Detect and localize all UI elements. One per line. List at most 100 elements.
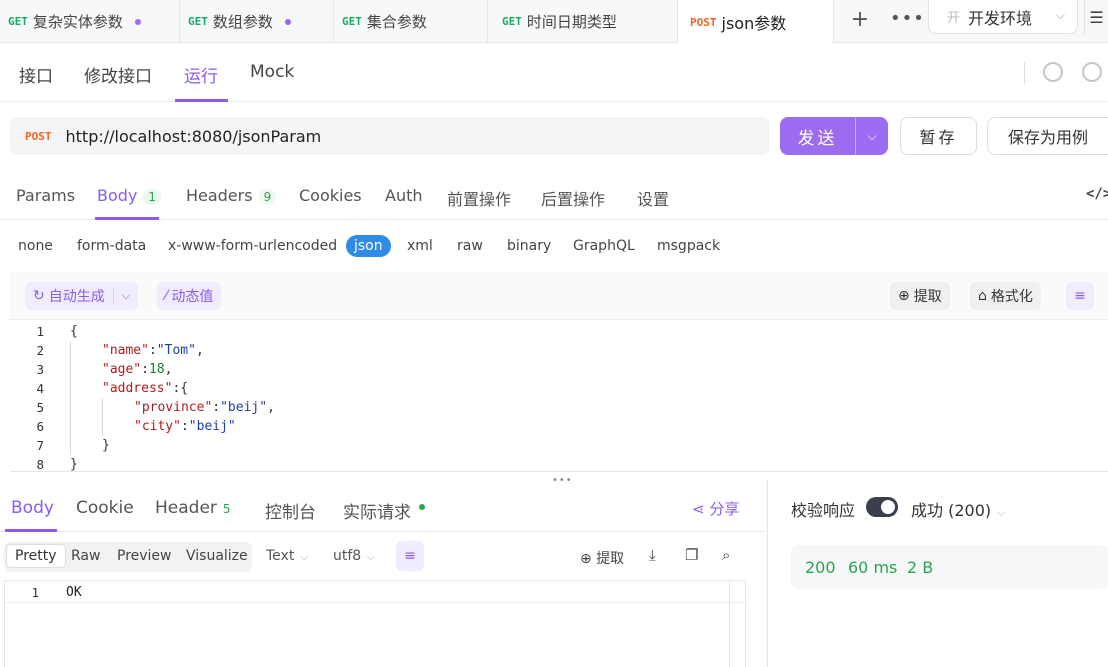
format-raw[interactable]: Raw bbox=[71, 548, 100, 564]
body-type-graphql[interactable]: GraphQL bbox=[573, 238, 635, 254]
url-input[interactable]: http://localhost:8080/jsonParam bbox=[66, 127, 322, 146]
tab-label: 时间日期类型 bbox=[526, 13, 617, 31]
line-number: 1 bbox=[31, 585, 39, 600]
tab-label: 后置操作 bbox=[541, 190, 606, 209]
tab-array-param[interactable]: GET 数组参数 bbox=[180, 0, 334, 43]
copy-icon[interactable]: ❐ bbox=[685, 546, 698, 564]
chevron-down-icon[interactable]: ⌵ bbox=[112, 289, 130, 303]
code-view-icon[interactable]: </> bbox=[1086, 186, 1108, 202]
tab-post-operations[interactable]: 后置操作 bbox=[541, 186, 605, 210]
response-tabs: Body Cookie Header 5 控制台 实际请求 bbox=[0, 484, 766, 532]
save-draft-button[interactable]: 暂存 bbox=[900, 117, 977, 155]
tab-body[interactable]: Body 1 bbox=[97, 186, 162, 205]
code-token: "city" bbox=[134, 419, 181, 434]
response-body-viewer[interactable]: 1 OK bbox=[4, 580, 747, 667]
resp-tab-console[interactable]: 控制台 bbox=[265, 498, 316, 523]
resp-tab-body[interactable]: Body bbox=[11, 498, 54, 518]
code-line: 4 "address":{ bbox=[10, 379, 1108, 398]
tab-pre-operations[interactable]: 前置操作 bbox=[447, 186, 511, 210]
body-type-none[interactable]: none bbox=[18, 238, 53, 254]
format-visualize[interactable]: Visualize bbox=[186, 548, 248, 564]
method-badge: GET bbox=[502, 15, 522, 28]
line-code: { bbox=[70, 322, 78, 341]
save-as-case-button[interactable]: 保存为用例 bbox=[987, 117, 1108, 155]
format-preview[interactable]: Preview bbox=[117, 548, 172, 564]
tab-cookies[interactable]: Cookies bbox=[299, 186, 362, 205]
format-pretty[interactable]: Pretty bbox=[6, 544, 66, 568]
body-type-msgpack[interactable]: msgpack bbox=[657, 238, 720, 254]
url-bar[interactable]: POST http://localhost:8080/jsonParam bbox=[10, 117, 770, 155]
tab-params[interactable]: Params bbox=[16, 186, 75, 205]
response-stats: 200 60 ms 2 B bbox=[791, 545, 1108, 589]
response-type-select[interactable]: Text ⌵ bbox=[266, 548, 308, 564]
menu-icon[interactable]: ☰ bbox=[1084, 0, 1108, 34]
tab-auth[interactable]: Auth bbox=[385, 186, 423, 205]
tab-headers[interactable]: Headers 9 bbox=[186, 186, 277, 205]
body-type-urlencoded[interactable]: x-www-form-urlencoded bbox=[168, 238, 337, 254]
request-method[interactable]: POST bbox=[25, 130, 52, 143]
send-label[interactable]: 发送 bbox=[780, 117, 855, 155]
environment-select[interactable]: 开 开发环境 ⌵ bbox=[928, 0, 1078, 34]
tab-label: Params bbox=[16, 186, 76, 205]
tab-label: 实际请求 bbox=[343, 503, 411, 523]
request-section-tabs: Params Body 1 Headers 9 Cookies Auth 前置操作 … bbox=[0, 170, 1108, 220]
send-button[interactable]: 发送 ⌵ bbox=[780, 117, 888, 155]
response-encoding-select[interactable]: utf8 ⌵ bbox=[333, 548, 375, 564]
code-token: { bbox=[70, 324, 78, 339]
subtab-interface[interactable]: 接口 bbox=[19, 62, 53, 87]
subtab-edit-interface[interactable]: 修改接口 bbox=[84, 62, 152, 87]
tab-collection-param[interactable]: GET 集合参数 bbox=[334, 0, 488, 43]
auto-generate-label: 自动生成 bbox=[48, 289, 105, 305]
search-icon[interactable]: ⌕ bbox=[722, 546, 730, 564]
resp-tab-cookie[interactable]: Cookie bbox=[76, 498, 134, 518]
tab-json-param[interactable]: POST json参数 bbox=[678, 0, 834, 44]
auto-generate-button[interactable]: ↻ 自动生成 ⌵ bbox=[25, 282, 139, 310]
tab-settings[interactable]: 设置 bbox=[637, 186, 669, 210]
body-type-raw[interactable]: raw bbox=[457, 238, 483, 254]
scrollbar-gutter[interactable] bbox=[729, 581, 747, 667]
status-dot bbox=[419, 504, 425, 510]
tab-label: json参数 bbox=[721, 14, 787, 33]
body-type-xml[interactable]: xml bbox=[407, 238, 433, 254]
code-token: , bbox=[195, 343, 204, 358]
json-body-editor[interactable]: 1{2 "name":"Tom", 3 "age":18, 4 "address":{5 "… bbox=[10, 322, 1108, 472]
body-type-json[interactable]: json bbox=[346, 235, 391, 257]
new-tab-plus-icon[interactable]: + bbox=[848, 7, 872, 32]
wrap-lines-icon[interactable]: ≡ bbox=[1066, 282, 1094, 310]
response-extract-button[interactable]: ⊕ 提取 bbox=[580, 548, 624, 568]
format-button[interactable]: ⌂ 格式化 bbox=[970, 282, 1041, 310]
chevron-down-icon[interactable]: ⌵ bbox=[855, 117, 888, 155]
resp-tab-header[interactable]: Header 5 bbox=[155, 498, 231, 518]
subtab-run[interactable]: 运行 bbox=[184, 62, 218, 87]
chevron-down-icon: ⌵ bbox=[367, 552, 375, 563]
body-type-binary[interactable]: binary bbox=[507, 238, 551, 254]
share-button[interactable]: ⋖ 分享 bbox=[692, 498, 739, 519]
validate-toggle[interactable] bbox=[866, 497, 898, 517]
settings-gear-icon[interactable] bbox=[1082, 62, 1102, 82]
api-subtabs: 接口 修改接口 运行 Mock bbox=[0, 44, 1108, 102]
expected-status-select[interactable]: 成功 (200) ⌵ bbox=[911, 497, 1005, 521]
tab-label: 设置 bbox=[637, 190, 670, 209]
tab-label: Cookie bbox=[76, 498, 134, 518]
download-icon[interactable]: ⤓ bbox=[649, 546, 656, 564]
code-line: 2 "name":"Tom", bbox=[10, 341, 1108, 360]
tab-label: 复杂实体参数 bbox=[32, 13, 123, 31]
tab-datetime-type[interactable]: GET 时间日期类型 bbox=[488, 0, 678, 43]
pane-divider[interactable] bbox=[767, 480, 768, 667]
tab-label: 集合参数 bbox=[366, 13, 427, 31]
select-value: utf8 bbox=[333, 548, 362, 564]
extract-button[interactable]: ⊕ 提取 bbox=[890, 282, 950, 310]
code-token: : bbox=[141, 362, 149, 377]
subtab-mock[interactable]: Mock bbox=[250, 62, 294, 82]
line-number: 8 bbox=[36, 457, 44, 472]
dynamic-value-button[interactable]: ⁄ 动态值 bbox=[157, 282, 222, 310]
body-type-form-data[interactable]: form-data bbox=[77, 238, 146, 254]
wrap-lines-icon[interactable]: ≡ bbox=[396, 541, 424, 571]
tab-complex-entity[interactable]: GET 复杂实体参数 bbox=[0, 0, 180, 43]
code-token: 18 bbox=[148, 362, 165, 377]
line-code: "province":"beij", bbox=[134, 398, 275, 417]
resp-tab-actual-request[interactable]: 实际请求 bbox=[343, 498, 425, 523]
history-icon[interactable] bbox=[1043, 62, 1063, 82]
more-tabs-icon[interactable]: ••• bbox=[890, 8, 925, 29]
code-token: :{ bbox=[172, 381, 189, 396]
